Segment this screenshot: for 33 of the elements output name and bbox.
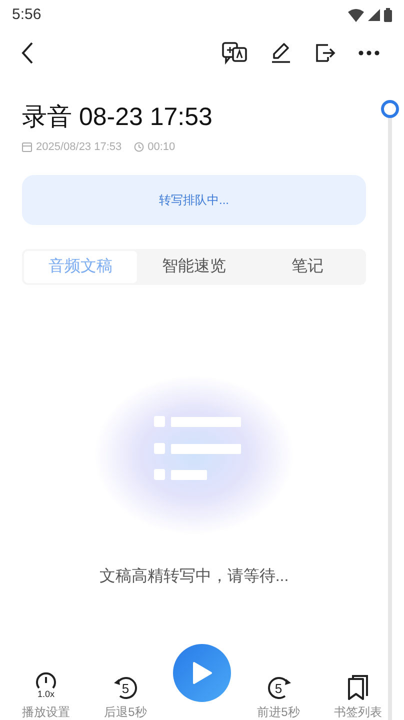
rewind-button[interactable]: 5: [112, 674, 140, 702]
forward-button[interactable]: 5: [264, 674, 292, 702]
speed-value: 1.0x: [37, 690, 54, 699]
wifi-icon: [348, 8, 364, 22]
edit-icon[interactable]: [270, 42, 292, 64]
signal-icon: [368, 9, 380, 21]
recording-duration: 00:10: [148, 140, 176, 155]
control-label: 前进5秒: [257, 706, 300, 718]
speed-button[interactable]: 1.0x: [33, 672, 59, 702]
recording-title: 录音 08-23 17:53: [22, 102, 214, 133]
battery-icon: [384, 8, 392, 22]
clock-icon: [134, 142, 144, 152]
control-label: 书签列表: [334, 706, 382, 718]
tab[interactable]: 笔记: [250, 250, 364, 282]
recording-date: 2025/08/23 17:53: [36, 140, 122, 155]
control-label: 后退5秒: [104, 706, 147, 718]
calendar-icon: [22, 142, 32, 152]
control-label: 播放设置: [22, 706, 70, 718]
export-icon[interactable]: [314, 42, 336, 64]
rewind-arrow-icon: [112, 674, 140, 702]
tab[interactable]: 智能速览: [137, 250, 251, 282]
gauge-icon: [35, 672, 57, 690]
translate-icon[interactable]: [222, 41, 248, 65]
seconds-value: 5: [122, 682, 130, 694]
bookmark-icon[interactable]: [346, 674, 370, 702]
status-time: 5:56: [12, 4, 42, 25]
scroll-handle[interactable]: [381, 100, 399, 118]
empty-message: 文稿高精转写中，请等待...: [99, 566, 289, 586]
play-icon: [191, 661, 213, 685]
status-banner: 转写排队中...: [22, 174, 366, 224]
back-icon[interactable]: [20, 41, 34, 65]
seconds-value: 5: [274, 682, 282, 694]
more-icon[interactable]: [358, 50, 380, 56]
